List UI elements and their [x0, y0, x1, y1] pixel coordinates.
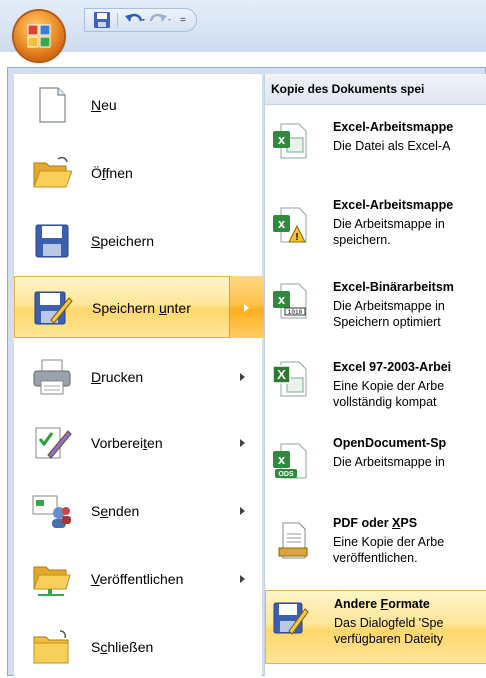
menu-item-label: S [91, 503, 101, 519]
svg-text:x: x [278, 452, 286, 467]
item-title: Excel-Arbeitsmappe [333, 198, 454, 212]
new-document-icon [39, 87, 66, 123]
item-description: Eine Kopie der Arbe veröffentlichen. [333, 535, 445, 565]
menu-item-accel: e [100, 503, 109, 519]
menu-item-vorbereiten[interactable]: Vorbereiten [14, 412, 262, 474]
menu-item-neu[interactable]: Neu [14, 74, 262, 136]
menu-item-accel: u [158, 300, 167, 316]
printer-icon [33, 359, 71, 395]
open-folder-icon [33, 156, 72, 188]
menu-item-label: Vorberei [91, 435, 144, 451]
submenu-arrow-icon [240, 439, 245, 447]
save-as-excel-binary-workbook[interactable]: x 1010 Excel-Binärarbeitsm Die Arbeitsma… [265, 274, 486, 346]
item-description: Die Arbeitsmappe in [333, 455, 445, 469]
send-icon [32, 495, 71, 528]
redo-icon[interactable] [148, 10, 172, 30]
menu-item-label: eröffentlichen [99, 571, 184, 587]
save-as-pdf-xps[interactable]: PDF oder XPS Eine Kopie der Arbe veröffe… [265, 510, 486, 582]
prepare-icon [35, 427, 72, 459]
svg-text:1010: 1010 [288, 309, 303, 316]
toolbar-separator [117, 13, 118, 27]
menu-item-label: peichern [100, 233, 155, 249]
svg-text:x: x [278, 292, 286, 307]
submenu-header: Kopie des Dokuments spei [265, 74, 486, 105]
menu-item-label: S [91, 639, 101, 655]
item-title: PDF oder XPS [333, 516, 418, 530]
submenu-arrow-icon [240, 507, 245, 515]
menu-item-label: eu [101, 97, 117, 113]
undo-icon[interactable] [124, 10, 146, 30]
menu-item-label: nter [166, 300, 191, 316]
submenu-arrow-icon [240, 575, 245, 583]
menu-item-label: en [147, 435, 163, 451]
other-formats-icon [273, 602, 309, 635]
close-folder-icon [33, 630, 69, 664]
item-description: Das Dialogfeld 'Spe verfügbaren Dateity [334, 616, 444, 646]
save-icon [35, 224, 69, 258]
item-title: Excel-Arbeitsmappe [333, 120, 454, 134]
excel-binary-workbook-icon: x 1010 [273, 283, 307, 319]
save-as-excel-macro-workbook[interactable]: x ! Excel-Arbeitsmappe Die Arbeitsmappe … [265, 192, 486, 264]
item-title: OpenDocument-Sp [333, 436, 447, 450]
svg-text:x: x [278, 132, 286, 147]
excel-workbook-icon: x [273, 123, 307, 159]
save-icon[interactable] [93, 10, 111, 30]
menu-item-senden[interactable]: Senden [14, 480, 262, 542]
menu-item-accel: D [91, 369, 102, 385]
office-button[interactable] [14, 11, 64, 61]
menu-item-speichern[interactable]: Speichern [14, 210, 262, 272]
save-as-icon [34, 291, 73, 325]
item-title: Excel-Binärarbeitsm [333, 280, 454, 294]
menu-item-label: Speichern [92, 300, 159, 316]
quick-access-toolbar: = [84, 8, 197, 32]
menu-item-drucken[interactable]: Drucken [14, 346, 262, 408]
submenu-title: Kopie des Dokuments spei [271, 82, 425, 96]
menu-item-label: fnen [105, 165, 133, 181]
item-description: Die Datei als Excel-A [333, 139, 451, 153]
menu-item-label: Ö [91, 165, 102, 181]
save-as-submenu: Kopie des Dokuments spei x Excel-Arbeits… [264, 74, 486, 676]
item-title: Excel 97-2003-Arbei [333, 360, 452, 374]
menu-item-label: nden [108, 503, 140, 519]
menu-item-label: hließen [107, 639, 154, 655]
save-as-excel-97-2003[interactable]: X Excel 97-2003-Arbei Eine Kopie der Arb… [265, 354, 486, 424]
menu-item-speichern-unter[interactable]: Speichern unter [14, 276, 264, 338]
pdf-xps-icon [278, 522, 308, 559]
menu-item-veroeffentlichen[interactable]: Veröffentlichen [14, 548, 262, 610]
publish-icon [33, 566, 71, 596]
office-logo-icon [27, 24, 51, 48]
menu-item-label: rucken [101, 369, 144, 385]
menu-item-schliessen[interactable]: Schließen [14, 616, 262, 678]
menu-item-accel: V [91, 571, 100, 587]
menu-item-accel: S [91, 233, 101, 249]
office-menu-commands: Neu Öffnen Speichern Speichern unter Dru… [14, 74, 264, 678]
submenu-arrow-icon [240, 373, 245, 381]
item-description: Die Arbeitsmappe in speichern. [333, 217, 445, 247]
customize-qat-button[interactable]: = [180, 15, 186, 26]
menu-item-oeffnen[interactable]: Öffnen [14, 142, 262, 204]
excel-97-2003-icon: X [272, 361, 307, 397]
submenu-arrow-icon [244, 304, 249, 312]
svg-text:ODS: ODS [278, 471, 294, 478]
svg-text:x: x [278, 216, 286, 231]
svg-text:!: ! [295, 232, 298, 243]
ods-spreadsheet-icon: x ODS [273, 443, 307, 479]
excel-macro-workbook-icon: x ! [273, 207, 307, 243]
save-as-opendocument[interactable]: x ODS OpenDocument-Sp Die Arbeitsmappe i… [265, 430, 486, 494]
title-bar [0, 0, 486, 52]
svg-text:X: X [277, 367, 286, 382]
item-description: Die Arbeitsmappe in Speichern optimiert [333, 299, 445, 329]
menu-item-accel: N [91, 97, 102, 113]
save-as-excel-workbook[interactable]: x Excel-Arbeitsmappe Die Datei als Excel… [265, 114, 486, 174]
save-as-other-formats[interactable]: Andere Formate Das Dialogfeld 'Spe verfü… [265, 590, 486, 664]
item-title: Andere Formate [334, 597, 430, 611]
item-description: Eine Kopie der Arbe vollständig kompat [333, 379, 445, 409]
